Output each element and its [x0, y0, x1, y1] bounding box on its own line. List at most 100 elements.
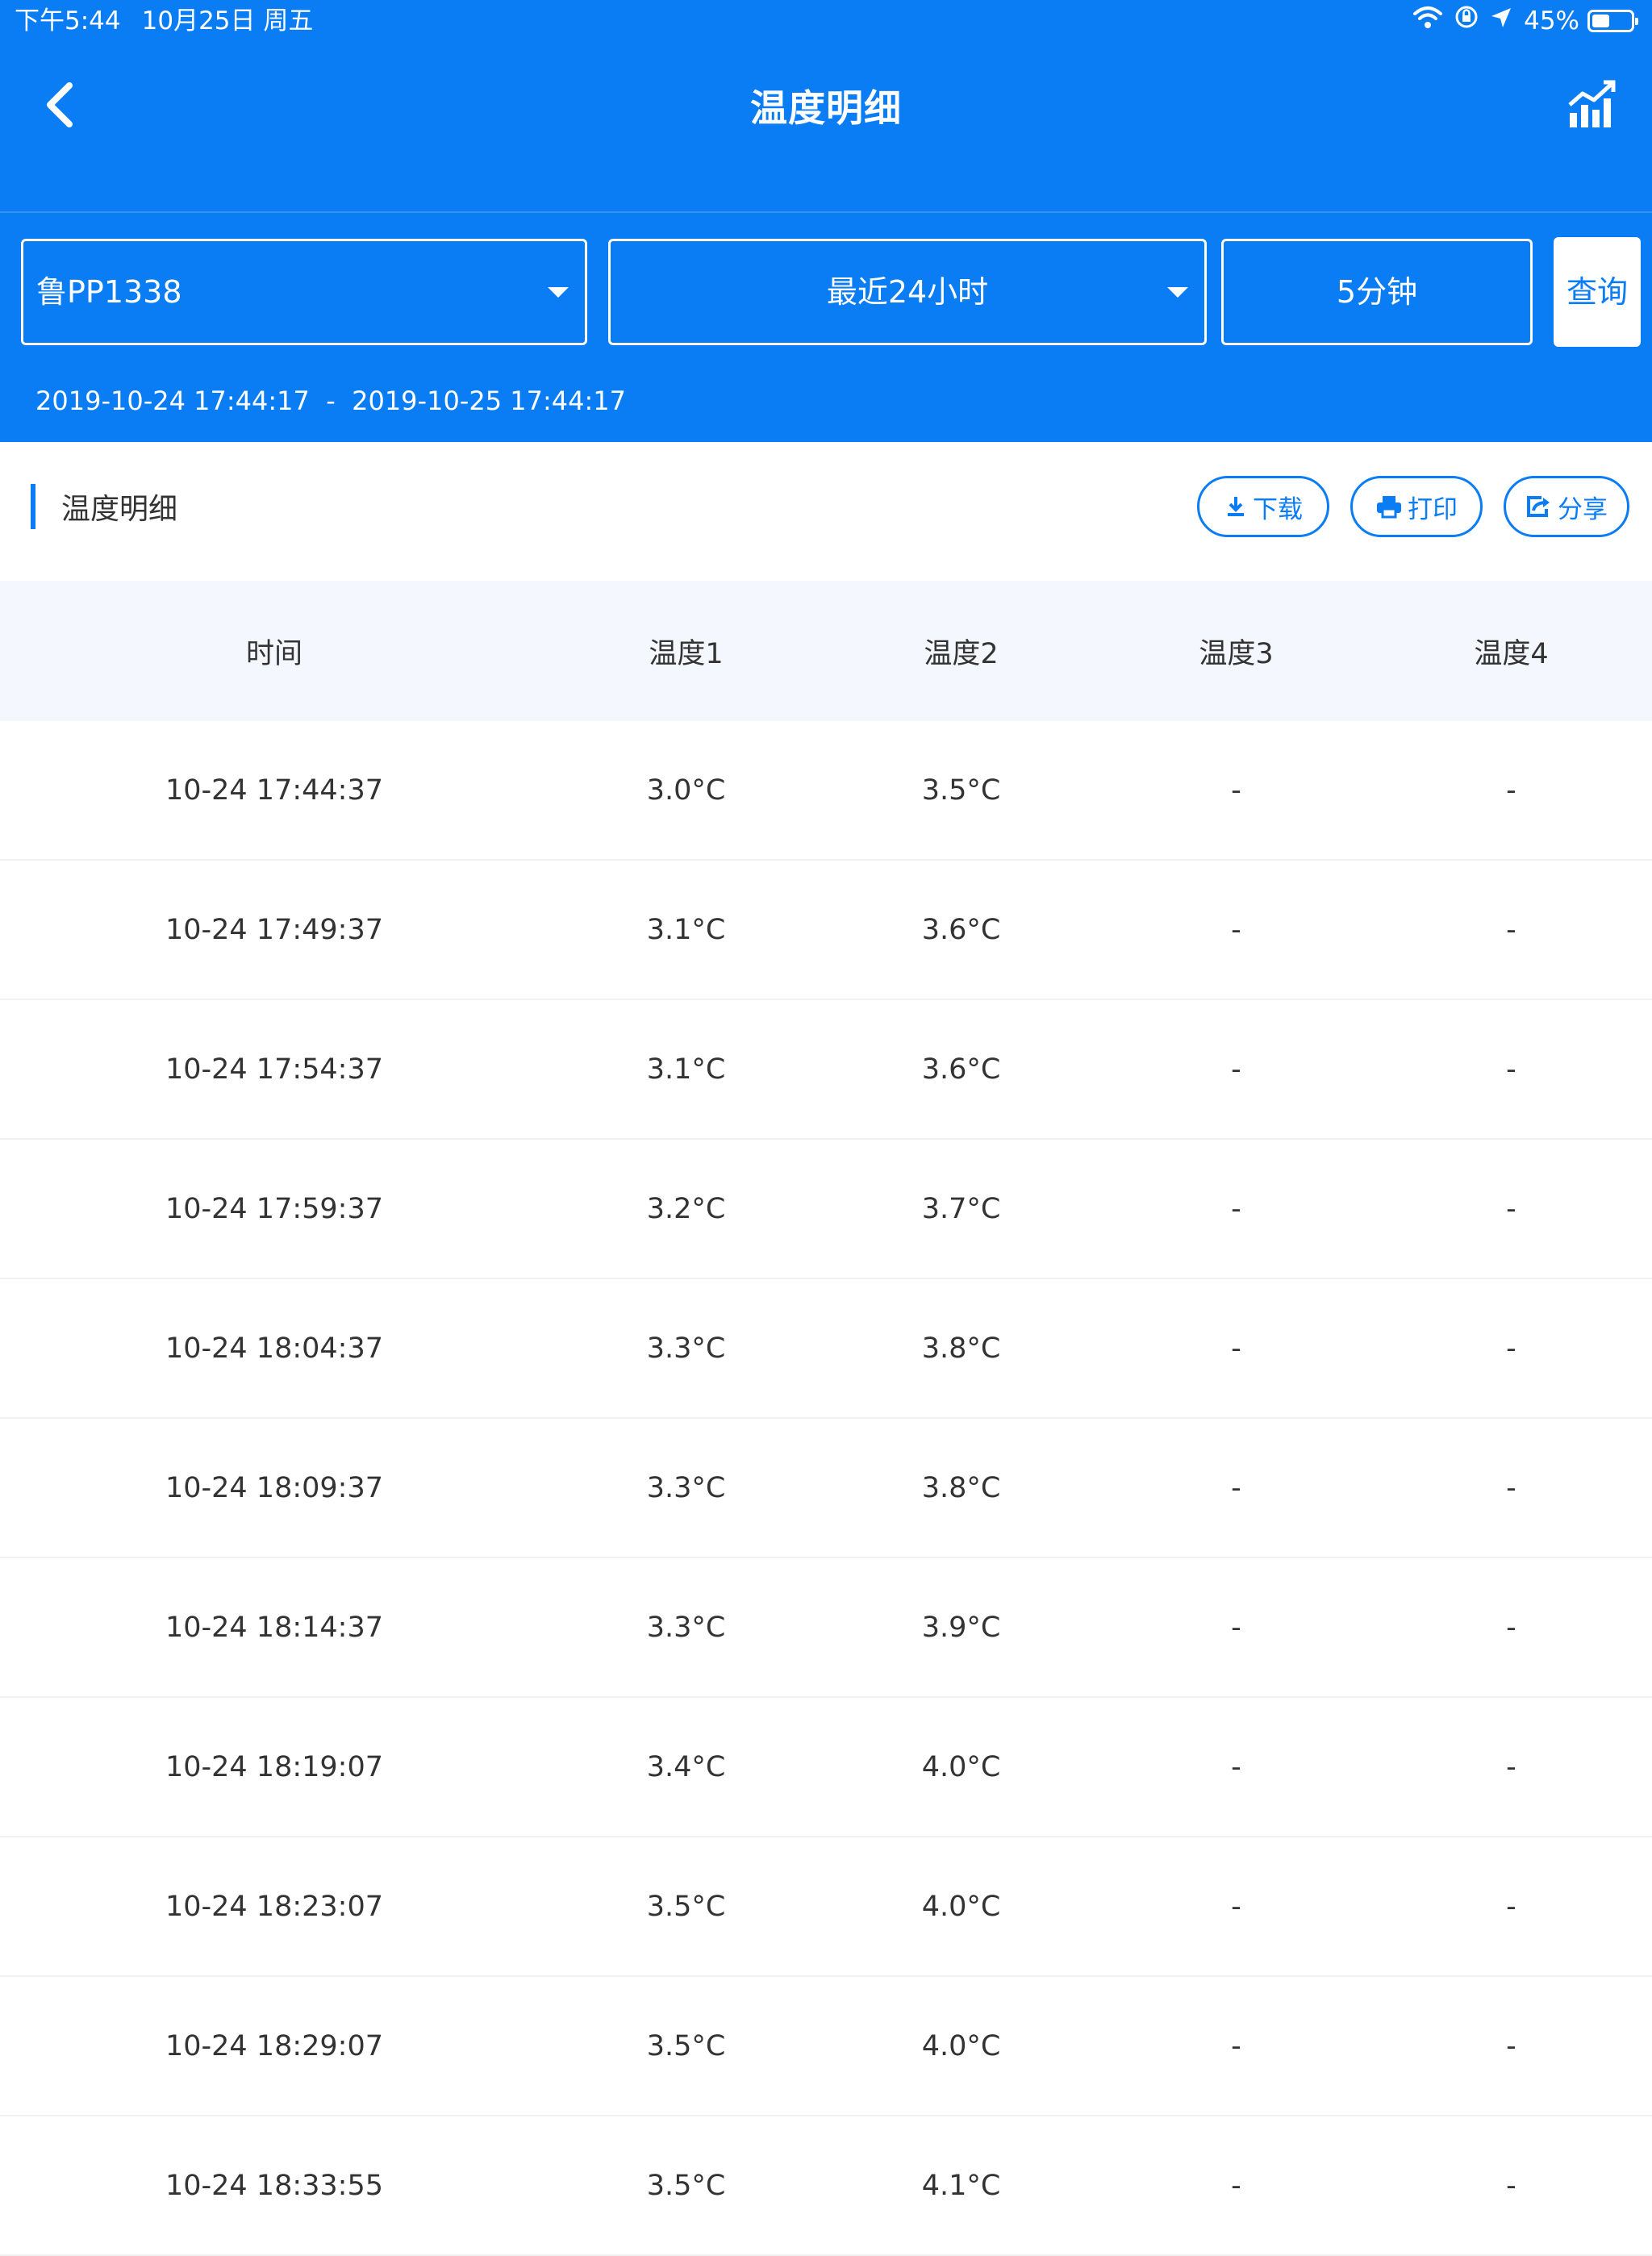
printer-icon — [1377, 496, 1401, 519]
cell-temp4: - — [1506, 774, 1516, 807]
cell-temp1: 3.1°C — [646, 1053, 726, 1086]
table-row: 10-24 18:29:07 3.5°C 4.0°C - - — [0, 1977, 1652, 2116]
caret-down-icon — [548, 287, 569, 298]
cell-temp3: - — [1231, 1750, 1241, 1783]
cell-temp4: - — [1506, 1890, 1516, 1923]
cell-time: 10-24 17:59:37 — [165, 1192, 384, 1225]
download-label: 下载 — [1253, 494, 1303, 524]
cell-temp2: 3.9°C — [921, 1611, 1001, 1644]
cell-temp1: 3.4°C — [646, 1750, 726, 1783]
cell-temp2: 4.1°C — [921, 2169, 1001, 2202]
cell-time: 10-24 18:29:07 — [165, 2029, 384, 2062]
cell-temp4: - — [1506, 2169, 1516, 2202]
cell-time: 10-24 18:09:37 — [165, 1471, 384, 1504]
chart-button[interactable] — [1566, 77, 1620, 131]
status-right: 45% — [1401, 0, 1638, 42]
cell-time: 10-24 17:44:37 — [165, 774, 384, 807]
cell-temp3: - — [1231, 2169, 1241, 2202]
location-arrow-icon — [1490, 0, 1512, 42]
table-row: 10-24 18:09:37 3.3°C 3.8°C - - — [0, 1419, 1652, 1558]
temperature-table: 时间 温度1 温度2 温度3 温度4 10-24 17:44:37 3.0°C 3.… — [0, 581, 1652, 2256]
trend-chart-icon — [1568, 80, 1616, 127]
cell-temp4: - — [1506, 913, 1516, 946]
table-row: 10-24 17:59:37 3.2°C 3.7°C - - — [0, 1140, 1652, 1279]
orientation-lock-icon — [1454, 0, 1479, 42]
table-row: 10-24 18:14:37 3.3°C 3.9°C - - — [0, 1558, 1652, 1698]
header-divider — [0, 211, 1652, 213]
cell-temp3: - — [1231, 1890, 1241, 1923]
cell-temp1: 3.5°C — [646, 1890, 726, 1923]
cell-temp2: 3.6°C — [921, 913, 1001, 946]
share-icon — [1527, 496, 1550, 517]
print-label: 打印 — [1408, 494, 1458, 524]
status-bar: 下午5:44 10月25日 周五 45% — [0, 0, 1652, 42]
cell-time: 10-24 18:19:07 — [165, 1750, 384, 1783]
cell-temp2: 4.0°C — [921, 1750, 1001, 1783]
section-header: 温度明细 下载 打印 分享 — [0, 442, 1652, 581]
table-row: 10-24 17:44:37 3.0°C 3.5°C - - — [0, 721, 1652, 861]
cell-temp2: 3.6°C — [921, 1053, 1001, 1086]
cell-temp3: - — [1231, 1611, 1241, 1644]
download-button[interactable]: 下载 — [1197, 476, 1329, 537]
status-time: 下午5:44 — [15, 6, 121, 35]
cell-temp1: 3.5°C — [646, 2029, 726, 2062]
cell-temp4: - — [1506, 1053, 1516, 1086]
cell-time: 10-24 18:04:37 — [165, 1332, 384, 1365]
cell-temp1: 3.0°C — [646, 774, 726, 807]
section-title: 温度明细 — [61, 493, 178, 526]
cell-temp3: - — [1231, 913, 1241, 946]
share-label: 分享 — [1558, 494, 1608, 524]
nav-bar: 温度明细 — [0, 42, 1652, 211]
cell-temp2: 4.0°C — [921, 1890, 1001, 1923]
column-header-temp3: 温度3 — [1199, 637, 1274, 670]
battery-icon — [1587, 10, 1638, 32]
print-button[interactable]: 打印 — [1350, 476, 1483, 537]
cell-temp4: - — [1506, 1611, 1516, 1644]
cell-temp1: 3.3°C — [646, 1471, 726, 1504]
table-row: 10-24 18:23:07 3.5°C 4.0°C - - — [0, 1837, 1652, 1977]
battery-percent: 45% — [1524, 6, 1579, 35]
wifi-icon — [1412, 0, 1443, 42]
cell-temp2: 3.5°C — [921, 774, 1001, 807]
cell-temp4: - — [1506, 1192, 1516, 1225]
vehicle-select[interactable]: 鲁PP1338 — [21, 239, 587, 345]
table-row: 10-24 17:49:37 3.1°C 3.6°C - - — [0, 861, 1652, 1000]
date-range-end: 2019-10-25 17:44:17 — [352, 386, 626, 416]
cell-time: 10-24 18:14:37 — [165, 1611, 384, 1644]
cell-temp1: 3.5°C — [646, 2169, 726, 2202]
cell-temp3: - — [1231, 1471, 1241, 1504]
status-date: 10月25日 周五 — [141, 6, 314, 35]
time-range-select[interactable]: 最近24小时 — [608, 239, 1207, 345]
interval-select[interactable]: 5分钟 — [1221, 239, 1533, 345]
cell-temp1: 3.3°C — [646, 1332, 726, 1365]
date-range-separator: - — [326, 386, 336, 416]
table-row: 10-24 18:33:55 3.5°C 4.1°C - - — [0, 2116, 1652, 2256]
column-header-temp1: 温度1 — [649, 637, 724, 670]
cell-temp4: - — [1506, 2029, 1516, 2062]
cell-temp2: 4.0°C — [921, 2029, 1001, 2062]
status-left: 下午5:44 10月25日 周五 — [15, 0, 334, 42]
cell-temp3: - — [1231, 1192, 1241, 1225]
cell-time: 10-24 17:54:37 — [165, 1053, 384, 1086]
cell-temp3: - — [1231, 1053, 1241, 1086]
column-header-time: 时间 — [245, 637, 302, 670]
cell-temp1: 3.1°C — [646, 913, 726, 946]
cell-time: 10-24 18:23:07 — [165, 1890, 384, 1923]
table-body: 10-24 17:44:37 3.0°C 3.5°C - -10-24 17:49:37… — [0, 721, 1652, 2256]
cell-temp4: - — [1506, 1332, 1516, 1365]
app-header: 下午5:44 10月25日 周五 45% 温度明细 鲁PP1338 最近24小时… — [0, 0, 1652, 442]
table-header-row: 时间 温度1 温度2 温度3 温度4 — [0, 581, 1652, 721]
date-range: 2019-10-24 17:44:17 - 2019-10-25 17:44:1… — [35, 386, 626, 416]
vehicle-select-value: 鲁PP1338 — [36, 274, 182, 310]
cell-temp4: - — [1506, 1750, 1516, 1783]
cell-temp2: 3.8°C — [921, 1332, 1001, 1365]
query-button[interactable]: 查询 — [1554, 237, 1641, 347]
share-button[interactable]: 分享 — [1504, 476, 1629, 537]
battery-level — [1592, 15, 1609, 27]
caret-down-icon — [1167, 287, 1188, 298]
page-title: 温度明细 — [750, 86, 902, 130]
cell-temp2: 3.8°C — [921, 1471, 1001, 1504]
table-row: 10-24 18:19:07 3.4°C 4.0°C - - — [0, 1698, 1652, 1837]
date-range-start: 2019-10-24 17:44:17 — [35, 386, 310, 416]
column-header-temp2: 温度2 — [924, 637, 999, 670]
